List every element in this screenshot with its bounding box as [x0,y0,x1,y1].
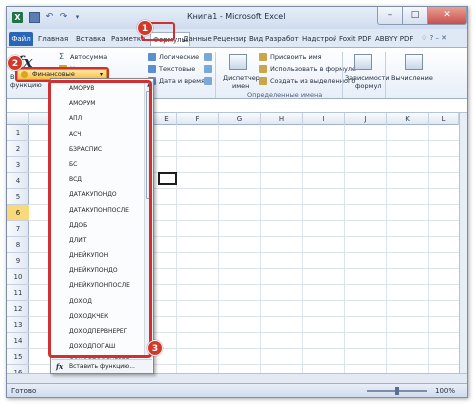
maximize-button[interactable]: □ [402,7,428,25]
horizontal-scrollbar[interactable] [7,373,467,383]
use-in-formula-button[interactable]: Использовать в формуле [270,65,356,73]
tab-abbyy-pdf[interactable]: ABBYY PDF [375,32,413,46]
row-header[interactable]: 7 [7,221,29,237]
callout-3: 3 [147,340,163,356]
dependencies-label-1[interactable]: Зависимости [345,74,389,82]
use-in-formula-icon [259,65,267,73]
title-bar: X ↶ ↷ ▾ Книга1 - Microsoft Excel – □ ✕ [7,7,467,29]
row-headers: 1 2 3 4 5 6 7 8 9 10 11 12 13 14 15 16 [7,125,29,373]
close-button[interactable]: ✕ [427,7,467,25]
customize-quick-access-icon[interactable]: ▾ [72,12,83,23]
active-cell[interactable] [158,172,177,185]
column-header[interactable]: G [219,113,261,125]
more-functions-icon[interactable] [204,77,212,85]
calculation-button[interactable]: Вычисление [391,74,433,82]
row-header[interactable]: 15 [7,349,29,365]
lookup-icon[interactable] [204,53,212,61]
dependencies-icon [354,54,372,70]
assign-name-icon [259,53,267,61]
status-ready: Готово [11,387,37,395]
tab-developer[interactable]: Разработч [265,32,299,46]
row-header[interactable]: 16 [7,365,29,373]
gridline-vertical [302,125,303,373]
zoom-slider-thumb[interactable] [395,387,399,395]
undo-icon[interactable]: ↶ [44,12,55,23]
name-manager-label-2[interactable]: имен [232,82,249,90]
row-header[interactable]: 4 [7,173,29,189]
gridline-vertical [218,125,219,373]
column-header[interactable]: H [261,113,303,125]
group-separator [385,52,386,98]
status-bar: Готово 100% [7,383,467,397]
name-manager-icon [229,54,247,70]
tab-data[interactable]: Данные [183,32,212,46]
row-header[interactable]: 6 [7,205,29,221]
group-separator [215,52,216,98]
column-header[interactable]: L [429,113,459,125]
select-all-corner[interactable] [7,113,29,125]
window-title: Книга1 - Microsoft Excel [187,12,286,21]
defined-names-group-label: Определенные имена [247,91,323,99]
row-header[interactable]: 1 [7,125,29,141]
ribbon-tabs: Файл Главная Вставка Разметка с Формулы … [7,29,467,47]
save-icon[interactable] [29,12,40,23]
gridline-vertical [344,125,345,373]
autosum-icon: Σ [59,52,65,61]
text-icon [148,65,156,73]
column-header[interactable]: I [303,113,345,125]
gridline-vertical [260,125,261,373]
fx-icon: fx [56,362,64,371]
vertical-scrollbar[interactable] [459,113,467,373]
tab-home[interactable]: Главная [38,32,68,46]
row-header[interactable]: 14 [7,333,29,349]
logical-button[interactable]: Логические [159,53,199,61]
row-header[interactable]: 10 [7,269,29,285]
minimize-button[interactable]: – [377,7,403,25]
row-header[interactable]: 3 [7,157,29,173]
callout-1: 1 [137,20,153,36]
group-separator [342,52,343,98]
column-header[interactable]: E [157,113,177,125]
tab-review[interactable]: Рецензиро [213,32,246,46]
insert-function-label-2[interactable]: функцию [10,81,42,89]
redo-icon[interactable]: ↷ [58,12,69,23]
tab-file[interactable]: Файл [9,32,33,46]
tab-insert[interactable]: Вставка [76,32,106,46]
gridline-vertical [428,125,429,373]
datetime-button[interactable]: Дата и время [159,77,205,85]
row-header[interactable]: 5 [7,189,29,205]
callout-2: 2 [7,55,23,71]
row-header[interactable]: 8 [7,237,29,253]
column-header[interactable]: F [177,113,219,125]
gridline-vertical [176,125,177,373]
row-header[interactable]: 2 [7,141,29,157]
row-header[interactable]: 12 [7,301,29,317]
create-from-selection-icon [259,77,267,85]
assign-name-button[interactable]: Присвоить имя [270,53,322,61]
column-header[interactable]: K [387,113,429,125]
tab-view[interactable]: Вид [249,32,263,46]
row-header[interactable]: 13 [7,317,29,333]
tab-foxit-pdf[interactable]: Foxit PDF [339,32,372,46]
insert-function-menu-item[interactable]: fx Вставить функцию... [52,359,152,373]
dependencies-label-2[interactable]: формул [355,82,382,90]
function-list-highlight [48,80,152,358]
logical-icon [148,53,156,61]
excel-app-icon[interactable]: X [12,12,23,23]
row-header[interactable]: 9 [7,253,29,269]
autosum-button[interactable]: Автосумма [70,53,107,61]
zoom-level[interactable]: 100% [435,387,455,395]
insert-function-menu-label: Вставить функцию... [69,363,135,370]
column-header[interactable]: J [345,113,387,125]
name-manager-label-1[interactable]: Диспетчер [223,74,260,82]
calculation-icon [405,54,423,70]
tab-addins[interactable]: Надстрой [302,32,336,46]
math-icon[interactable] [204,65,212,73]
row-header[interactable]: 11 [7,285,29,301]
gridline-vertical [386,125,387,373]
text-button[interactable]: Текстовые [159,65,195,73]
ribbon-help-controls[interactable]: ♢ ? – ✕ [421,31,447,45]
